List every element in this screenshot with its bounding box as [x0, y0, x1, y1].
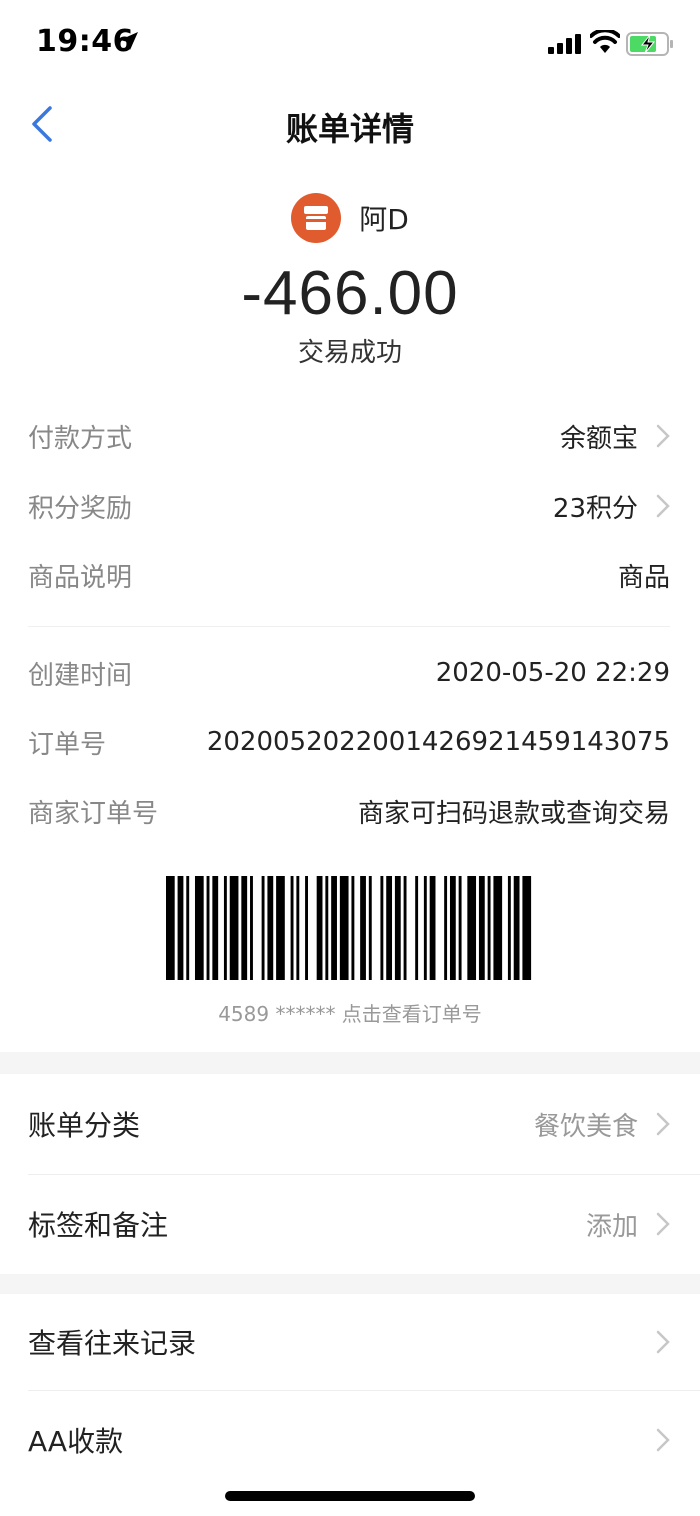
barcode-bar	[339, 876, 349, 980]
barcode-bar	[493, 876, 503, 980]
barcode-bar	[458, 876, 462, 980]
barcode-bar	[177, 876, 184, 980]
created-time-row: 创建时间 2020-05-20 22:29	[28, 653, 670, 693]
divider	[28, 1174, 700, 1175]
divider	[28, 1390, 700, 1391]
transaction-amount: -466.00	[241, 259, 459, 328]
row-value: 2020-05-20 22:29	[435, 658, 670, 688]
barcode-bar	[194, 876, 204, 980]
barcode-bar	[166, 876, 175, 980]
row-value: 23积分	[552, 493, 638, 524]
product-description-row: 商品说明 商品	[28, 555, 670, 595]
barcode-bar	[415, 876, 419, 980]
row-label: 商品说明	[28, 562, 133, 593]
barcode-bar	[423, 876, 427, 980]
row-label: 商家订单号	[28, 798, 159, 829]
barcode-bar	[478, 876, 485, 980]
row-value: 商家可扫码退款或查询交易	[357, 798, 670, 829]
cellular-signal-icon	[548, 34, 581, 54]
row-label: 查看往来记录	[28, 1327, 197, 1360]
barcode-caption[interactable]: 4589 ****** 点击查看订单号	[0, 998, 700, 1027]
row-label: 订单号	[28, 729, 107, 760]
barcode-bar	[507, 876, 511, 980]
barcode-bar	[429, 876, 436, 980]
divider	[28, 626, 670, 627]
barcode-bar	[360, 876, 366, 980]
wifi-icon	[590, 30, 620, 53]
barcode-bar	[276, 876, 285, 980]
barcode-bar	[331, 876, 337, 980]
merchant-row: 阿D	[0, 192, 700, 244]
barcode-bar	[229, 876, 239, 980]
tags-notes-row[interactable]: 标签和备注 添加	[28, 1194, 670, 1254]
barcode-bar	[444, 876, 448, 980]
page-title: 账单详情	[285, 110, 414, 148]
payment-method-row[interactable]: 付款方式 余额宝	[28, 416, 670, 456]
barcode-bar	[325, 876, 329, 980]
barcode-bar	[316, 876, 323, 980]
row-label: 积分奖励	[28, 493, 133, 524]
nav-bar: 账单详情	[0, 88, 700, 160]
section-separator	[0, 1274, 700, 1294]
row-value: 餐饮美食	[533, 1111, 638, 1142]
store-icon	[291, 193, 342, 243]
barcode-bar	[296, 876, 300, 980]
barcode-bar	[261, 876, 265, 980]
points-reward-row[interactable]: 积分奖励 23积分	[28, 486, 670, 526]
barcode-bar	[206, 876, 210, 980]
order-barcode[interactable]	[166, 876, 534, 980]
barcode-bar	[449, 876, 456, 980]
barcode-bar	[267, 876, 274, 980]
barcode-bar	[380, 876, 384, 980]
barcode-bar	[522, 876, 532, 980]
chevron-right-icon	[656, 1212, 670, 1236]
transaction-status: 交易成功	[297, 338, 402, 368]
row-label: 付款方式	[28, 423, 133, 454]
row-label: 创建时间	[28, 660, 133, 691]
barcode-bar	[403, 876, 407, 980]
section-separator	[0, 1052, 700, 1074]
barcode-bar	[513, 876, 520, 980]
row-value: 余额宝	[559, 423, 638, 454]
barcode-bar	[223, 876, 227, 980]
barcode-bar	[241, 876, 248, 980]
row-label: AA收款	[28, 1425, 124, 1458]
barcode-bar	[186, 876, 190, 980]
battery-charging-icon	[626, 32, 673, 56]
chevron-right-icon	[656, 424, 670, 448]
location-arrow-icon	[120, 32, 138, 50]
barcode-bar	[351, 876, 355, 980]
status-bar: 19:46	[0, 0, 700, 88]
barcode-bar	[212, 876, 219, 980]
barcode-bar	[487, 876, 491, 980]
chevron-right-icon	[656, 1330, 670, 1354]
barcode-bar	[368, 876, 372, 980]
home-indicator	[225, 1491, 475, 1501]
aa-collect-row[interactable]: AA收款	[28, 1410, 670, 1470]
row-value: 添加	[585, 1211, 638, 1242]
bill-category-row[interactable]: 账单分类 餐饮美食	[28, 1094, 670, 1154]
barcode-bar	[250, 876, 253, 980]
barcode-bar	[394, 876, 401, 980]
chevron-right-icon	[656, 494, 670, 518]
row-label: 标签和备注	[28, 1209, 169, 1242]
chevron-right-icon	[656, 1428, 670, 1452]
chevron-right-icon	[656, 1112, 670, 1136]
row-label: 账单分类	[28, 1109, 141, 1142]
merchant-order-row: 商家订单号 商家可扫码退款或查询交易	[28, 791, 670, 831]
barcode-bar	[467, 876, 477, 980]
barcode-bar	[290, 876, 294, 980]
row-value[interactable]: 2020052022001426921459143075	[207, 727, 670, 757]
view-records-row[interactable]: 查看往来记录	[28, 1312, 670, 1372]
barcode-bar	[305, 876, 308, 980]
order-number-row: 订单号 2020052022001426921459143075	[28, 722, 670, 762]
merchant-name: 阿D	[359, 203, 409, 236]
barcode-bar	[386, 876, 393, 980]
row-value: 商品	[617, 562, 670, 593]
